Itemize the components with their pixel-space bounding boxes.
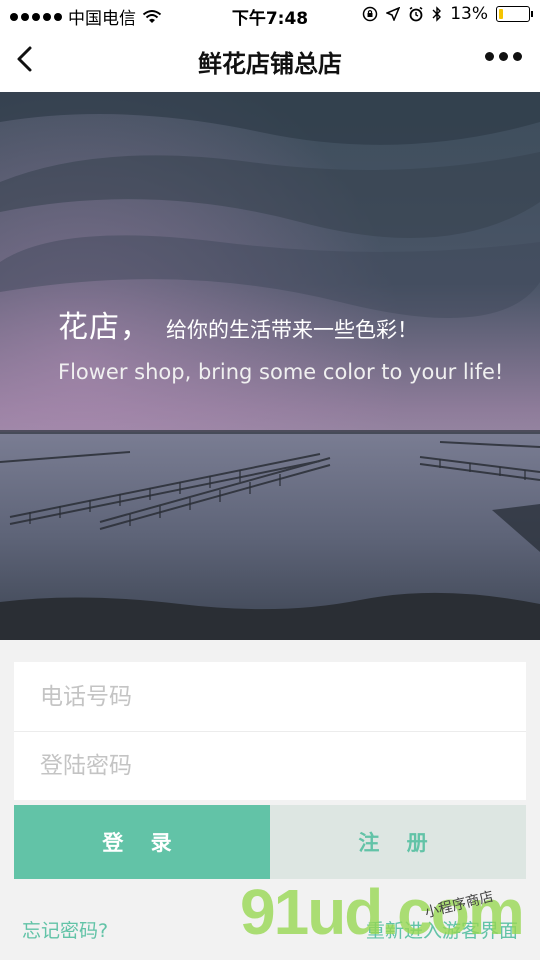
navigation-bar: 鲜花店铺总店: [0, 30, 540, 92]
location-icon: [386, 7, 401, 21]
bluetooth-icon: [432, 6, 442, 22]
chevron-left-icon[interactable]: [10, 40, 50, 80]
alarm-icon: [409, 6, 423, 22]
password-input[interactable]: [40, 753, 500, 779]
more-dots-icon[interactable]: [485, 52, 522, 61]
page-title: 鲜花店铺总店: [198, 49, 342, 78]
phone-field-row: [14, 662, 526, 731]
battery-percent: 13%: [450, 4, 488, 24]
status-right: 13%: [362, 4, 533, 24]
orientation-lock-icon: [362, 6, 378, 22]
login-button[interactable]: 登 录: [14, 805, 270, 879]
register-button[interactable]: 注 册: [270, 805, 526, 879]
battery-level-fill: [499, 9, 503, 19]
forgot-password-link[interactable]: 忘记密码?: [22, 916, 108, 943]
status-bar: 中国电信 下午7:48 13%: [0, 0, 540, 30]
battery-icon: [496, 6, 533, 22]
password-field-row: [14, 731, 526, 800]
hero-subtitle: 给你的生活带来一些色彩！: [166, 318, 418, 342]
button-row: 登 录 注 册: [14, 805, 526, 879]
login-form: [14, 662, 526, 800]
hero-subtitle-english: Flower shop, bring some color to your li…: [58, 360, 504, 384]
hero-banner: 花店， 给你的生活带来一些色彩！ Flower shop, bring some…: [0, 92, 540, 640]
hero-title: 花店，: [58, 310, 151, 345]
phone-input[interactable]: [40, 683, 500, 710]
